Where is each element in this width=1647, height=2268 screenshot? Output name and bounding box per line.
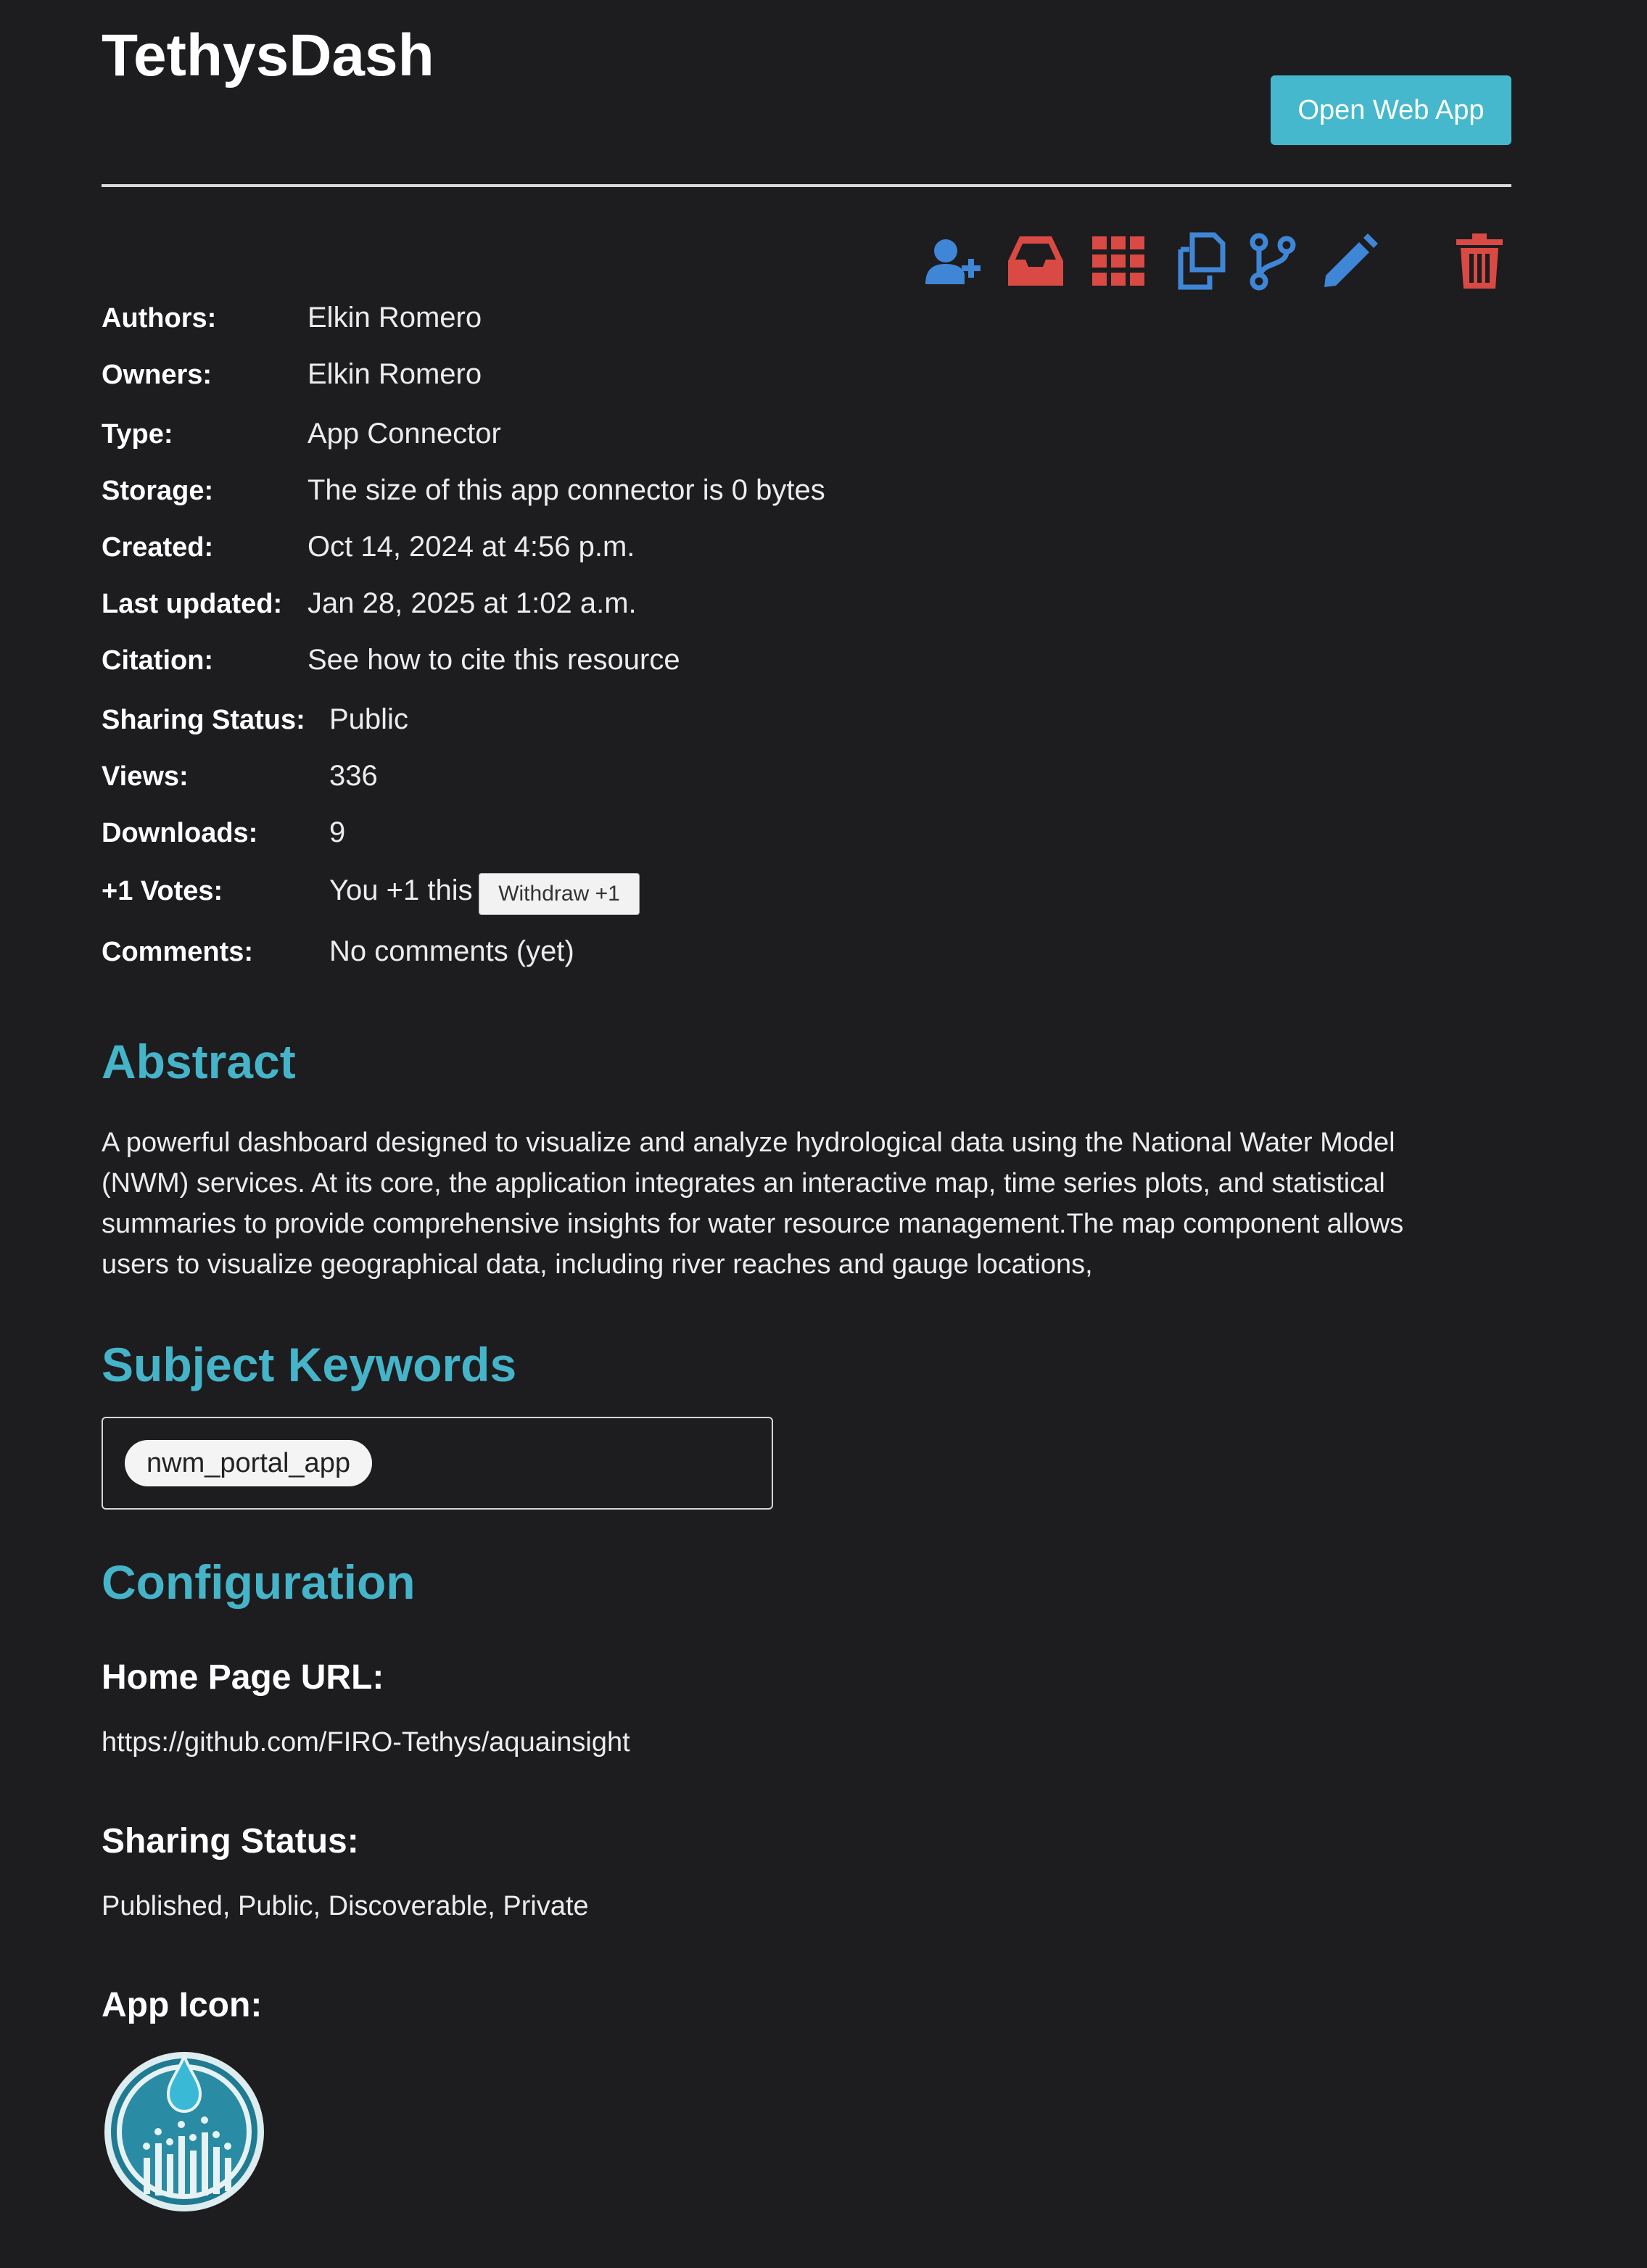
grid-icon[interactable] (1088, 231, 1149, 291)
created-value: Oct 14, 2024 at 4:56 p.m. (307, 531, 635, 563)
owners-label: Owners: (102, 360, 212, 390)
config-sharing-status-label: Sharing Status: (102, 1822, 359, 1861)
comments-link[interactable]: No comments (yet) (329, 935, 574, 968)
trash-icon[interactable] (1449, 231, 1510, 291)
open-web-app-button[interactable]: Open Web App (1271, 75, 1511, 145)
storage-value: The size of this app connector is 0 byte… (307, 474, 825, 506)
home-page-url-link[interactable]: https://github.com/FIRO-Tethys/aquainsig… (102, 1727, 630, 1758)
views-value: 336 (329, 760, 378, 792)
config-sharing-status-value: Published, Public, Discoverable, Private (102, 1891, 589, 1921)
keyword-list: nwm_portal_app (102, 1417, 773, 1510)
citation-label: Citation: (102, 645, 214, 676)
votes-label: +1 Votes: (102, 876, 223, 906)
configuration-heading: Configuration (102, 1555, 416, 1609)
last-updated-label: Last updated: (102, 589, 283, 619)
sharing-status-label: Sharing Status: (102, 705, 305, 735)
keywords-heading: Subject Keywords (102, 1338, 517, 1391)
created-label: Created: (102, 532, 214, 563)
withdraw-vote-button[interactable]: Withdraw +1 (479, 873, 640, 915)
home-page-url-label: Home Page URL: (102, 1658, 384, 1697)
votes-value: You +1 this (329, 874, 473, 906)
storage-label: Storage: (102, 476, 214, 506)
citation-link[interactable]: See how to cite this resource (307, 644, 680, 676)
authors-label: Authors: (102, 303, 217, 334)
app-icon (102, 2049, 267, 2214)
page-title: TethysDash (102, 22, 434, 88)
inbox-icon[interactable] (1005, 231, 1066, 291)
downloads-value: 9 (329, 816, 346, 848)
keyword-tag[interactable]: nwm_portal_app (125, 1440, 372, 1486)
views-label: Views: (102, 761, 189, 792)
abstract-text: A powerful dashboard designed to visuali… (102, 1127, 1404, 1280)
author-link[interactable]: Elkin Romero (307, 302, 482, 334)
last-updated-value: Jan 28, 2025 at 1:02 a.m. (307, 587, 637, 619)
fork-icon[interactable] (1242, 231, 1303, 291)
app-icon-label: App Icon: (102, 1986, 263, 2024)
abstract-heading: Abstract (102, 1035, 296, 1088)
comments-label: Comments: (102, 937, 254, 967)
sharing-status-value: Public (329, 703, 408, 735)
owner-link[interactable]: Elkin Romero (307, 358, 482, 391)
type-label: Type: (102, 419, 173, 450)
edit-icon[interactable] (1318, 231, 1379, 291)
copy-icon[interactable] (1171, 231, 1231, 291)
header-divider (102, 184, 1511, 187)
downloads-label: Downloads: (102, 818, 258, 848)
type-value: App Connector (307, 418, 501, 450)
add-user-icon[interactable] (921, 231, 982, 291)
